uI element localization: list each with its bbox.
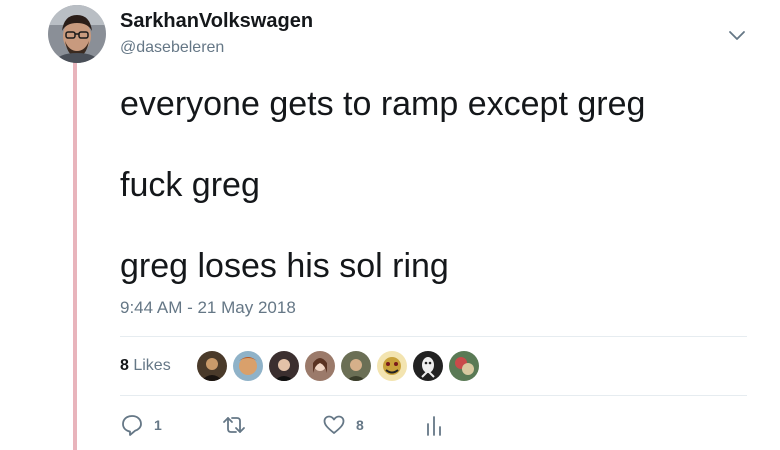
liker-avatar-5-icon <box>340 351 371 381</box>
likes-count-number: 8 <box>120 357 129 374</box>
liker-avatar[interactable] <box>304 351 335 381</box>
author-avatar-icon <box>48 5 106 63</box>
tweet-timestamp[interactable]: 9:44 AM - 21 May 2018 <box>120 298 296 318</box>
tweet-options-button[interactable] <box>726 24 748 46</box>
author-display-name[interactable]: SarkhanVolkswagen <box>120 10 313 33</box>
retweet-button[interactable] <box>220 410 258 440</box>
divider <box>120 395 747 396</box>
liker-avatar[interactable] <box>268 351 299 381</box>
liker-avatar-2-icon <box>232 351 263 381</box>
chevron-down-icon <box>729 31 745 40</box>
analytics-button[interactable] <box>424 410 444 440</box>
thread-connector-line <box>73 62 77 450</box>
reply-count: 1 <box>154 417 162 433</box>
like-button[interactable]: 8 <box>322 410 364 440</box>
liker-avatar[interactable] <box>376 351 407 381</box>
author-handle[interactable]: @dasebeleren <box>120 39 224 57</box>
reply-icon <box>122 415 142 436</box>
liker-avatar-4-icon <box>304 351 335 381</box>
liker-avatar[interactable] <box>412 351 443 381</box>
divider <box>120 336 747 337</box>
heart-icon <box>323 415 345 434</box>
reply-button[interactable]: 1 <box>120 410 162 440</box>
analytics-icon <box>427 416 441 436</box>
liker-avatar[interactable] <box>196 351 227 381</box>
tweet-body: everyone gets to ramp except greg fuck g… <box>120 82 740 288</box>
liker-avatar-8-icon <box>448 351 479 381</box>
liker-avatar[interactable] <box>448 351 479 381</box>
liker-avatar[interactable] <box>232 351 263 381</box>
likes-count-link[interactable]: 8 Likes <box>120 357 171 375</box>
liker-avatar-6-icon <box>376 351 407 381</box>
liker-avatar-1-icon <box>196 351 227 381</box>
tweet-text-line: greg loses his sol ring <box>120 247 449 285</box>
like-count: 8 <box>356 417 364 433</box>
liker-avatar[interactable] <box>340 351 371 381</box>
likes-count-label: Likes <box>128 357 171 374</box>
retweet-icon <box>223 417 245 433</box>
liker-avatar-7-icon <box>412 351 443 381</box>
likes-summary: 8 Likes <box>120 350 485 382</box>
tweet-text-line: fuck greg <box>120 166 260 204</box>
author-avatar[interactable] <box>48 5 106 63</box>
liker-avatar-3-icon <box>268 351 299 381</box>
tweet-text-line: everyone gets to ramp except greg <box>120 85 646 123</box>
